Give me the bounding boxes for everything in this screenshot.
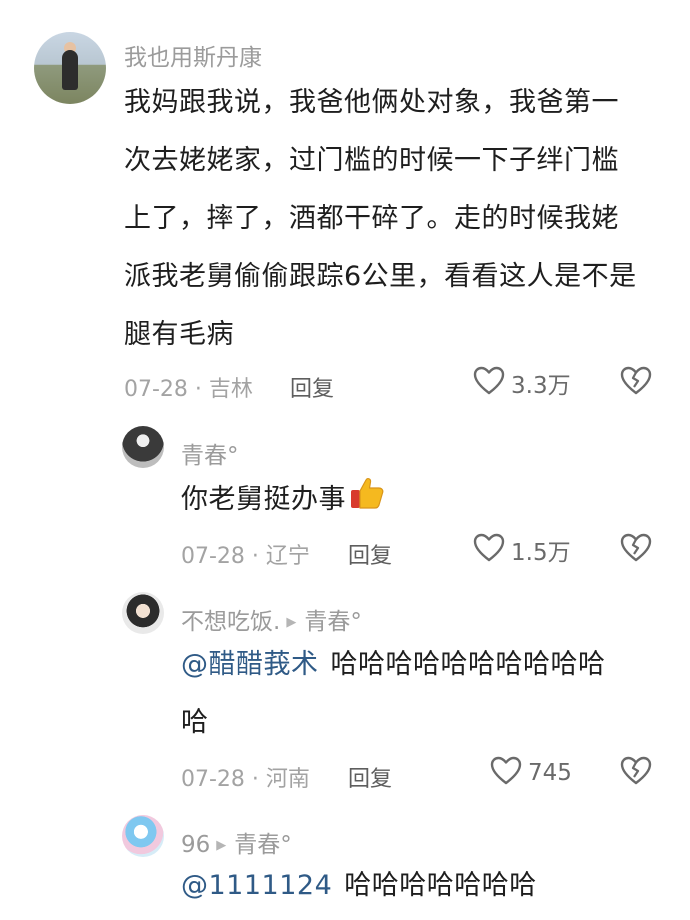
comment-text-line: 我妈跟我说，我爸他俩处对象，我爸第一 <box>124 87 619 118</box>
avatar[interactable] <box>122 592 164 634</box>
comment-text-line: 上了，摔了，酒都干碎了。走的时候我姥 <box>124 203 619 234</box>
comment-username[interactable]: 青春° <box>181 436 239 470</box>
comment-date: 07-28 <box>181 544 245 569</box>
comment-meta: 07-28 · 河南 <box>181 761 310 793</box>
comment-text: 我妈跟我说，我爸他俩处对象，我爸第一 次去姥姥家，过门槛的时候一下子绊门槛 上了… <box>124 74 637 364</box>
broken-heart-icon <box>620 366 652 400</box>
avatar[interactable] <box>122 426 164 468</box>
comment-text-content: 你老舅挺办事 <box>181 484 346 515</box>
reply-button[interactable]: 回复 <box>348 538 392 570</box>
meta-separator: · <box>187 377 209 402</box>
comment-text-content: 哈哈哈哈哈哈哈 <box>344 870 537 901</box>
comment-text-content: 哈哈哈哈哈哈哈哈哈哈 <box>330 649 606 680</box>
like-count: 1.5万 <box>511 540 571 566</box>
avatar-figure <box>62 50 78 90</box>
comment-username[interactable]: 我也用斯丹康 <box>124 38 262 72</box>
comment-text: @1111124 哈哈哈哈哈哈哈 <box>181 857 537 915</box>
dislike-button[interactable] <box>620 366 652 400</box>
reply-button[interactable]: 回复 <box>348 761 392 793</box>
heart-outline-icon <box>473 366 505 400</box>
heart-outline-icon <box>490 756 522 790</box>
like-count: 3.3万 <box>511 373 571 399</box>
comment-text-line: @醋醋莪术 哈哈哈哈哈哈哈哈哈哈 <box>181 636 606 694</box>
comment-text-line: 次去姥姥家，过门槛的时候一下子绊门槛 <box>124 145 619 176</box>
like-button[interactable]: 1.5万 <box>473 533 571 567</box>
reply-target-username[interactable]: 青春° <box>234 832 292 858</box>
comment-date: 07-28 <box>124 377 188 402</box>
like-button[interactable]: 745 <box>490 756 572 790</box>
comment-username-row: 不想吃饭. ▶ 青春° <box>181 602 362 636</box>
like-count: 745 <box>528 760 572 786</box>
comment-text-line: 派我老舅偷偷跟踪6公里，看看这人是不是 <box>124 261 637 292</box>
reply-target-username[interactable]: 青春° <box>304 609 362 635</box>
comment-location: 辽宁 <box>265 544 310 569</box>
comment-username[interactable]: 不想吃饭. <box>181 609 280 635</box>
comment-username-row: 96 ▶ 青春° <box>181 825 292 859</box>
mention-link[interactable]: @1111124 <box>181 870 332 901</box>
dislike-button[interactable] <box>620 756 652 790</box>
play-triangle-icon: ▶ <box>216 838 227 853</box>
comment-text-line: @1111124 哈哈哈哈哈哈哈 <box>181 857 537 915</box>
meta-separator: · <box>244 544 266 569</box>
heart-outline-icon <box>473 533 505 567</box>
avatar[interactable] <box>122 815 164 857</box>
like-button[interactable]: 3.3万 <box>473 366 571 400</box>
avatar[interactable] <box>34 32 106 104</box>
dislike-button[interactable] <box>620 533 652 567</box>
comment-text: 你老舅挺办事 <box>181 471 386 533</box>
comment-location: 吉林 <box>208 377 253 402</box>
broken-heart-icon <box>620 533 652 567</box>
comment-username[interactable]: 96 <box>181 832 210 858</box>
reply-button[interactable]: 回复 <box>290 371 334 403</box>
comment-meta: 07-28 · 吉林 <box>124 371 253 403</box>
broken-heart-icon <box>620 756 652 790</box>
comment-meta: 07-28 · 辽宁 <box>181 538 310 570</box>
comment-date: 07-28 <box>181 767 245 792</box>
play-triangle-icon: ▶ <box>286 615 297 630</box>
comment-text-line: 你老舅挺办事 <box>181 471 386 533</box>
comment-location: 河南 <box>265 767 310 792</box>
comment-text-line: 腿有毛病 <box>124 319 234 350</box>
mention-link[interactable]: @醋醋莪术 <box>181 649 319 680</box>
thumbs-up-icon <box>348 474 386 533</box>
comment-text-line: 哈 <box>181 707 209 738</box>
comment-text: @醋醋莪术 哈哈哈哈哈哈哈哈哈哈 哈 <box>181 636 606 752</box>
meta-separator: · <box>244 767 266 792</box>
comment-thread: 我也用斯丹康 我妈跟我说，我爸他俩处对象，我爸第一 次去姥姥家，过门槛的时候一下… <box>0 0 690 920</box>
